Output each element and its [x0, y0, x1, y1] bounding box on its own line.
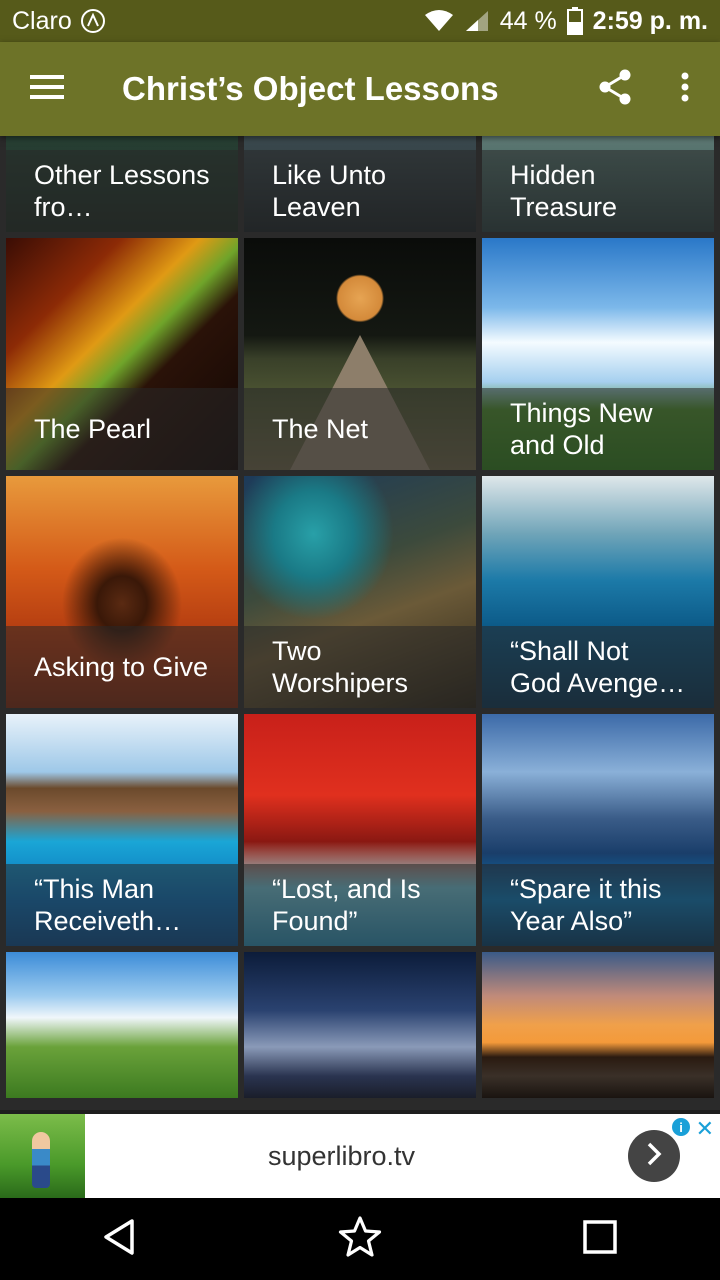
lesson-title: Like Unto Leaven	[272, 160, 387, 222]
lesson-caption: Hidden Treasure	[482, 150, 714, 232]
lesson-caption: Like Unto Leaven	[244, 150, 476, 232]
carrier-name: Claro	[12, 6, 72, 35]
lesson-tile[interactable]: The Net	[244, 238, 476, 470]
lesson-tile[interactable]: “Lost, and Is Found”	[244, 714, 476, 946]
lesson-tile[interactable]: Asking to Give	[6, 476, 238, 708]
lesson-title: Things New and Old	[510, 398, 653, 460]
lesson-caption: The Net	[244, 388, 476, 470]
ad-banner[interactable]: superlibro.tv i ✕	[0, 1114, 720, 1198]
lesson-title: “Shall Not God Avenge His …	[510, 636, 659, 698]
recents-button[interactable]	[560, 1198, 640, 1280]
lesson-title: The Pearl	[34, 414, 152, 444]
lesson-title: The Net	[272, 414, 369, 444]
lesson-caption: Things New and Old	[482, 388, 714, 470]
lesson-title: “Lost, and Is Found”	[272, 874, 421, 936]
lesson-tile[interactable]: Hidden Treasure	[482, 136, 714, 232]
favorites-button[interactable]	[320, 1198, 400, 1280]
lesson-tile[interactable]: “Shall Not God Avenge His …	[482, 476, 714, 708]
lesson-caption: “Spare it this Year Also”	[482, 864, 714, 946]
system-nav-bar	[0, 1198, 720, 1280]
lesson-tile[interactable]: The Pearl	[6, 238, 238, 470]
lesson-image	[482, 952, 714, 1098]
lesson-tile[interactable]: Two Worshipers	[244, 476, 476, 708]
share-icon	[598, 69, 632, 110]
lesson-caption: Asking to Give	[6, 626, 238, 708]
lesson-tile[interactable]: Things New and Old	[482, 238, 714, 470]
lesson-tile[interactable]: “Spare it this Year Also”	[482, 714, 714, 946]
lesson-caption: Two Worshipers	[244, 626, 476, 708]
back-triangle-icon	[102, 1218, 138, 1261]
lesson-tile[interactable]: Like Unto Leaven	[244, 136, 476, 232]
lesson-tile[interactable]	[482, 952, 714, 1098]
share-button[interactable]	[580, 42, 650, 136]
overflow-menu-button[interactable]	[650, 42, 720, 136]
ad-thumbnail	[0, 1114, 85, 1198]
ad-text: superlibro.tv	[267, 1140, 416, 1171]
star-icon	[337, 1215, 383, 1264]
back-button[interactable]	[80, 1198, 160, 1280]
lesson-caption: “Lost, and Is Found”	[244, 864, 476, 946]
lesson-title: Two Worshipers	[272, 636, 409, 698]
lesson-image	[244, 952, 476, 1098]
lesson-caption: Other Lessons fro…	[6, 150, 238, 232]
lesson-title: Hidden Treasure	[510, 160, 618, 222]
lesson-title: “Spare it this Year Also”	[510, 874, 662, 936]
lesson-caption: The Pearl	[6, 388, 238, 470]
clock: 2:59 p. m.	[592, 6, 708, 35]
lesson-title: Other Lessons fro…	[34, 160, 210, 222]
lesson-tile[interactable]: “This Man Receiveth Si…	[6, 714, 238, 946]
battery-level: 44 %	[499, 6, 557, 35]
page-title: Christ’s Object Lessons	[122, 70, 499, 107]
lesson-title: “This Man Receiveth Si…	[34, 874, 155, 936]
lesson-caption: “Shall Not God Avenge His …	[482, 626, 714, 708]
ad-close-icon[interactable]: ✕	[696, 1116, 714, 1142]
wifi-icon	[424, 9, 454, 33]
app-bar: Christ’s Object Lessons	[0, 42, 720, 136]
lesson-caption: “This Man Receiveth Si…	[6, 864, 238, 946]
hamburger-icon	[30, 74, 64, 105]
lesson-tile[interactable]: Other Lessons fro…	[6, 136, 238, 232]
lesson-tile[interactable]	[244, 952, 476, 1098]
more-vertical-icon	[680, 72, 690, 107]
lesson-image	[6, 952, 238, 1098]
signal-icon	[464, 9, 490, 33]
nfc-icon	[80, 8, 106, 34]
menu-button[interactable]	[0, 42, 94, 136]
ad-open-button[interactable]	[628, 1130, 680, 1182]
lesson-title: Asking to Give	[34, 652, 209, 682]
lesson-grid[interactable]: Other Lessons fro… Like Unto Leaven Hidd…	[0, 136, 720, 1110]
lesson-tile[interactable]	[6, 952, 238, 1098]
chevron-right-icon	[645, 1141, 663, 1172]
square-icon	[582, 1219, 618, 1260]
status-bar: Claro 44 % 2:59 p. m.	[0, 0, 720, 42]
ad-info-icon[interactable]: i	[672, 1118, 690, 1136]
battery-icon	[566, 7, 583, 35]
